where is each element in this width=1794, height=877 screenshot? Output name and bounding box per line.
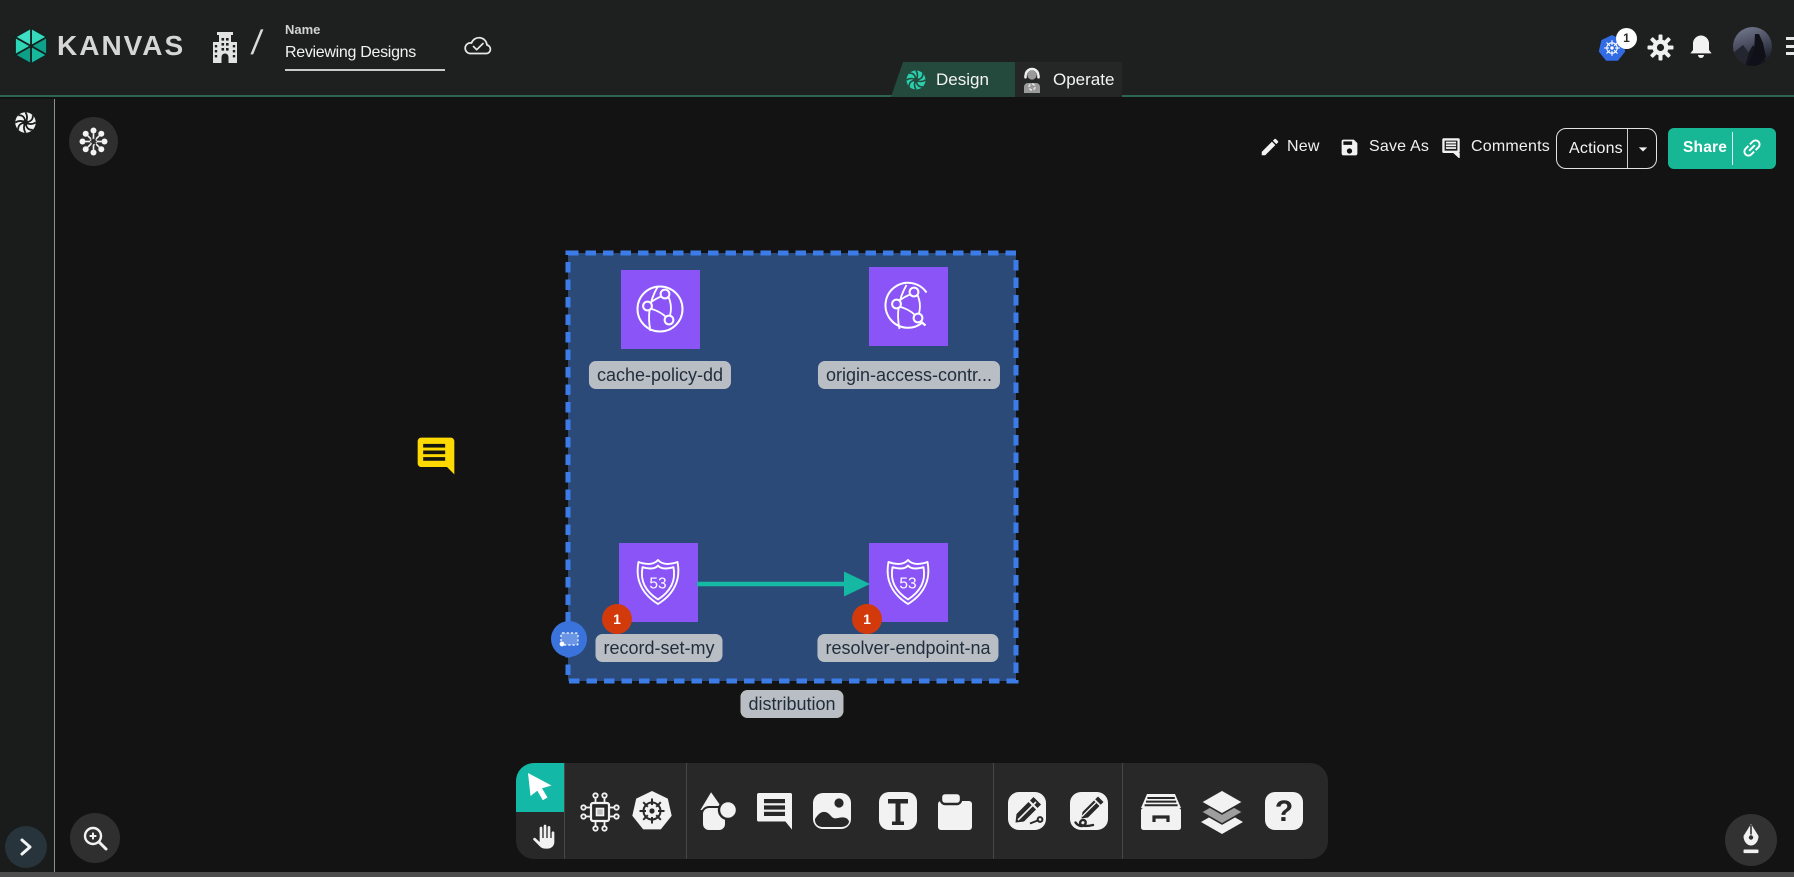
svg-text:53: 53	[899, 576, 916, 593]
svg-text:53: 53	[649, 576, 666, 593]
svg-text:?: ?	[1275, 795, 1293, 828]
